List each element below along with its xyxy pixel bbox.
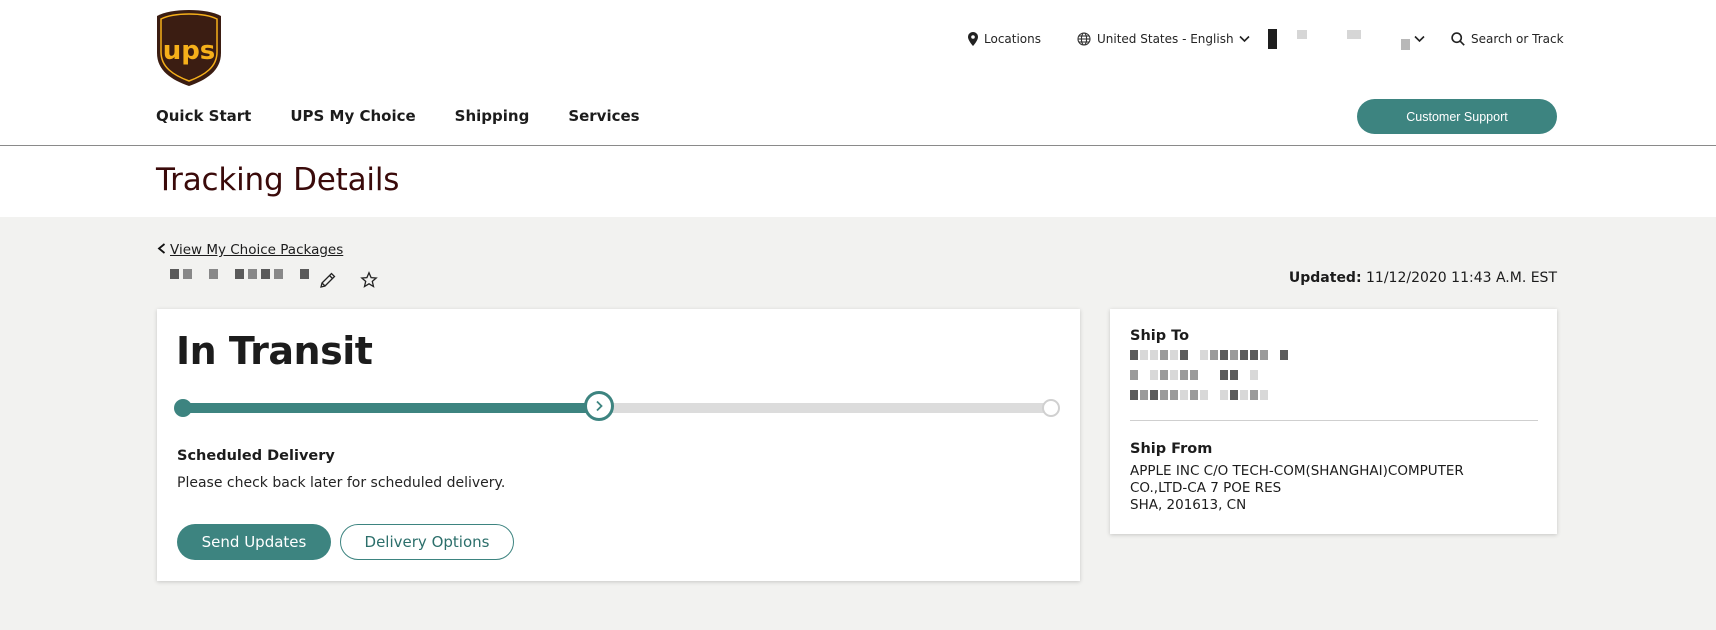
locations-link[interactable]: Locations — [968, 30, 1041, 48]
address-divider — [1130, 420, 1538, 421]
updated-label: Updated: — [1288, 270, 1362, 286]
back-link-label[interactable]: View My Choice Packages — [170, 242, 343, 258]
progress-tracker — [174, 391, 1060, 421]
location-pin-icon — [968, 32, 978, 46]
nav-ups-my-choice[interactable]: UPS My Choice — [290, 107, 415, 125]
chevron-down-icon — [1414, 35, 1425, 43]
customer-support-button[interactable]: Customer Support — [1357, 99, 1557, 134]
ship-from-line-2: CO.,LTD-CA 7 POE RES — [1130, 480, 1282, 496]
updated-value: 11/12/2020 11:43 A.M. EST — [1366, 270, 1557, 286]
star-icon[interactable] — [360, 271, 378, 289]
ship-from-address: APPLE INC C/O TECH-COM(SHANGHAI)COMPUTER… — [1130, 463, 1464, 514]
site-header: ups Locations United States - English Se… — [0, 0, 1716, 146]
account-name-redacted — [1297, 29, 1307, 39]
shipment-status: In Transit — [176, 329, 373, 373]
tracking-number-redacted — [170, 268, 309, 280]
ship-from-label: Ship From — [1130, 441, 1213, 457]
progress-start-dot — [174, 399, 192, 417]
pencil-icon[interactable] — [318, 270, 338, 290]
send-updates-button[interactable]: Send Updates — [177, 524, 331, 560]
progress-fill — [177, 403, 600, 413]
ship-to-line-redacted — [1130, 350, 1288, 360]
account-name-redacted — [1347, 29, 1361, 39]
search-label: Search or Track — [1471, 32, 1564, 46]
nav-services[interactable]: Services — [568, 107, 639, 125]
ship-from-line-3: SHA, 201613, CN — [1130, 497, 1247, 513]
nav-quick-start[interactable]: Quick Start — [156, 107, 251, 125]
chevron-right-icon — [596, 400, 604, 412]
progress-current-marker — [584, 391, 615, 421]
chevron-down-icon — [1238, 35, 1250, 43]
language-label: United States - English — [1097, 32, 1234, 46]
ship-to-line-redacted — [1130, 370, 1258, 380]
language-selector[interactable]: United States - English — [1077, 30, 1250, 48]
shipping-address-card: Ship To Ship From APPLE INC C/O TECH-COM… — [1110, 309, 1557, 534]
scheduled-delivery-title: Scheduled Delivery — [177, 448, 335, 464]
progress-end-dot — [1042, 399, 1060, 417]
ups-logo[interactable]: ups — [156, 9, 222, 87]
scheduled-delivery-text: Please check back later for scheduled de… — [177, 475, 506, 491]
chevron-left-icon — [157, 242, 166, 258]
ship-to-label: Ship To — [1130, 328, 1190, 344]
tracking-status-card: In Transit Scheduled Delivery Please che… — [157, 309, 1080, 581]
updated-timestamp: Updated: 11/12/2020 11:43 A.M. EST — [1289, 270, 1557, 286]
locations-label: Locations — [984, 32, 1042, 46]
nav-shipping[interactable]: Shipping — [455, 107, 530, 125]
delivery-options-button[interactable]: Delivery Options — [340, 524, 514, 560]
page-title: Tracking Details — [156, 162, 400, 198]
svg-text:ups: ups — [163, 36, 216, 66]
main-nav: Quick Start UPS My Choice Shipping Servi… — [156, 107, 640, 125]
ship-to-line-redacted — [1130, 390, 1268, 400]
account-name-redacted — [1401, 38, 1410, 50]
ups-shield-icon: ups — [157, 10, 221, 86]
account-avatar-redacted — [1268, 29, 1277, 49]
ship-from-line-1: APPLE INC C/O TECH-COM(SHANGHAI)COMPUTER — [1130, 463, 1464, 479]
globe-icon — [1077, 32, 1091, 46]
search-or-track-link[interactable]: Search or Track — [1451, 30, 1564, 48]
account-menu[interactable] — [1268, 29, 1431, 50]
search-icon — [1451, 32, 1465, 46]
back-to-packages[interactable]: View My Choice Packages — [157, 242, 343, 258]
